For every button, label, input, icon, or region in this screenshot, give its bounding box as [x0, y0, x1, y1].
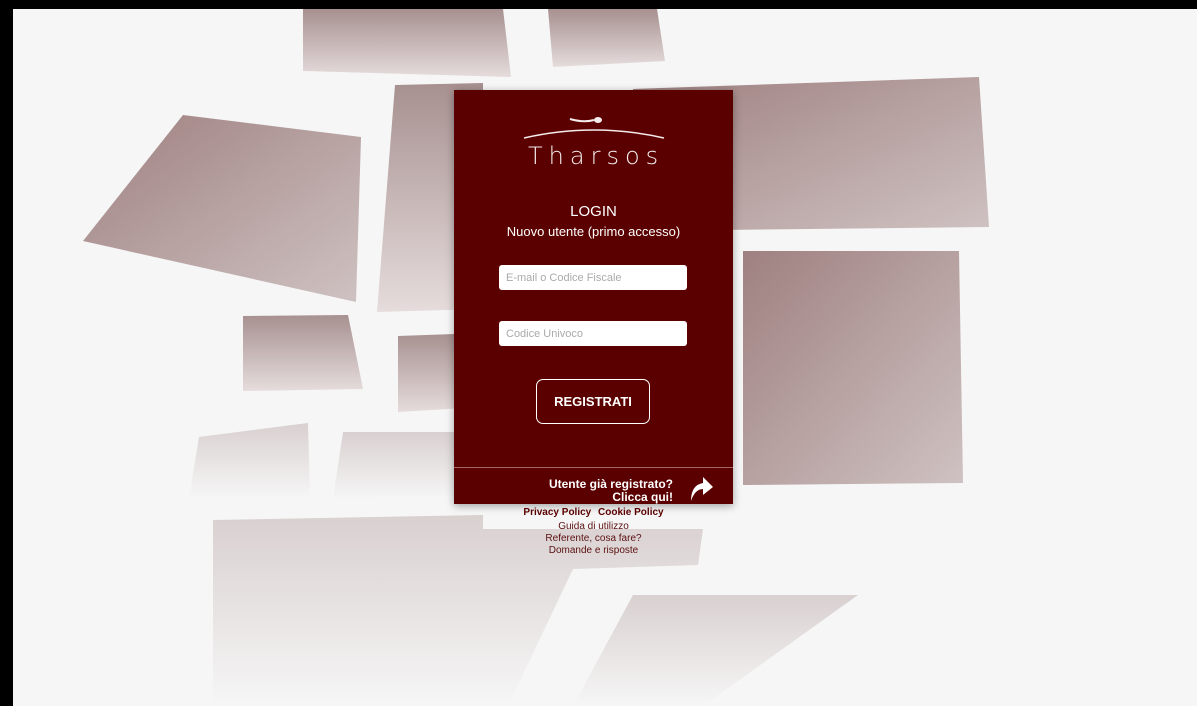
faq-link[interactable]: Domande e risposte: [454, 545, 733, 557]
curved-arrow-icon[interactable]: [685, 473, 715, 503]
footer-links: Privacy Policy Cookie Policy Guida di ut…: [454, 507, 733, 557]
unique-code-field[interactable]: [499, 321, 687, 346]
cookie-policy-link[interactable]: Cookie Policy: [598, 507, 664, 518]
referent-link[interactable]: Referente, cosa fare?: [454, 533, 733, 545]
email-field[interactable]: [499, 265, 687, 290]
login-subtitle: Nuovo utente (primo accesso): [506, 224, 681, 239]
register-button[interactable]: REGISTRATI: [536, 379, 650, 424]
card-divider: [454, 467, 733, 468]
login-card: Tharsos LOGIN Nuovo utente (primo access…: [454, 90, 733, 504]
guide-link[interactable]: Guida di utilizzo: [454, 521, 733, 533]
policy-links: Privacy Policy Cookie Policy: [454, 507, 733, 518]
already-registered-line2: Clicca qui!: [612, 490, 673, 504]
already-registered-link[interactable]: Utente già registrato? Clicca qui!: [549, 478, 673, 504]
login-title: LOGIN: [570, 203, 617, 220]
privacy-policy-link[interactable]: Privacy Policy: [523, 507, 591, 518]
brand-name: Tharsos: [528, 142, 665, 170]
